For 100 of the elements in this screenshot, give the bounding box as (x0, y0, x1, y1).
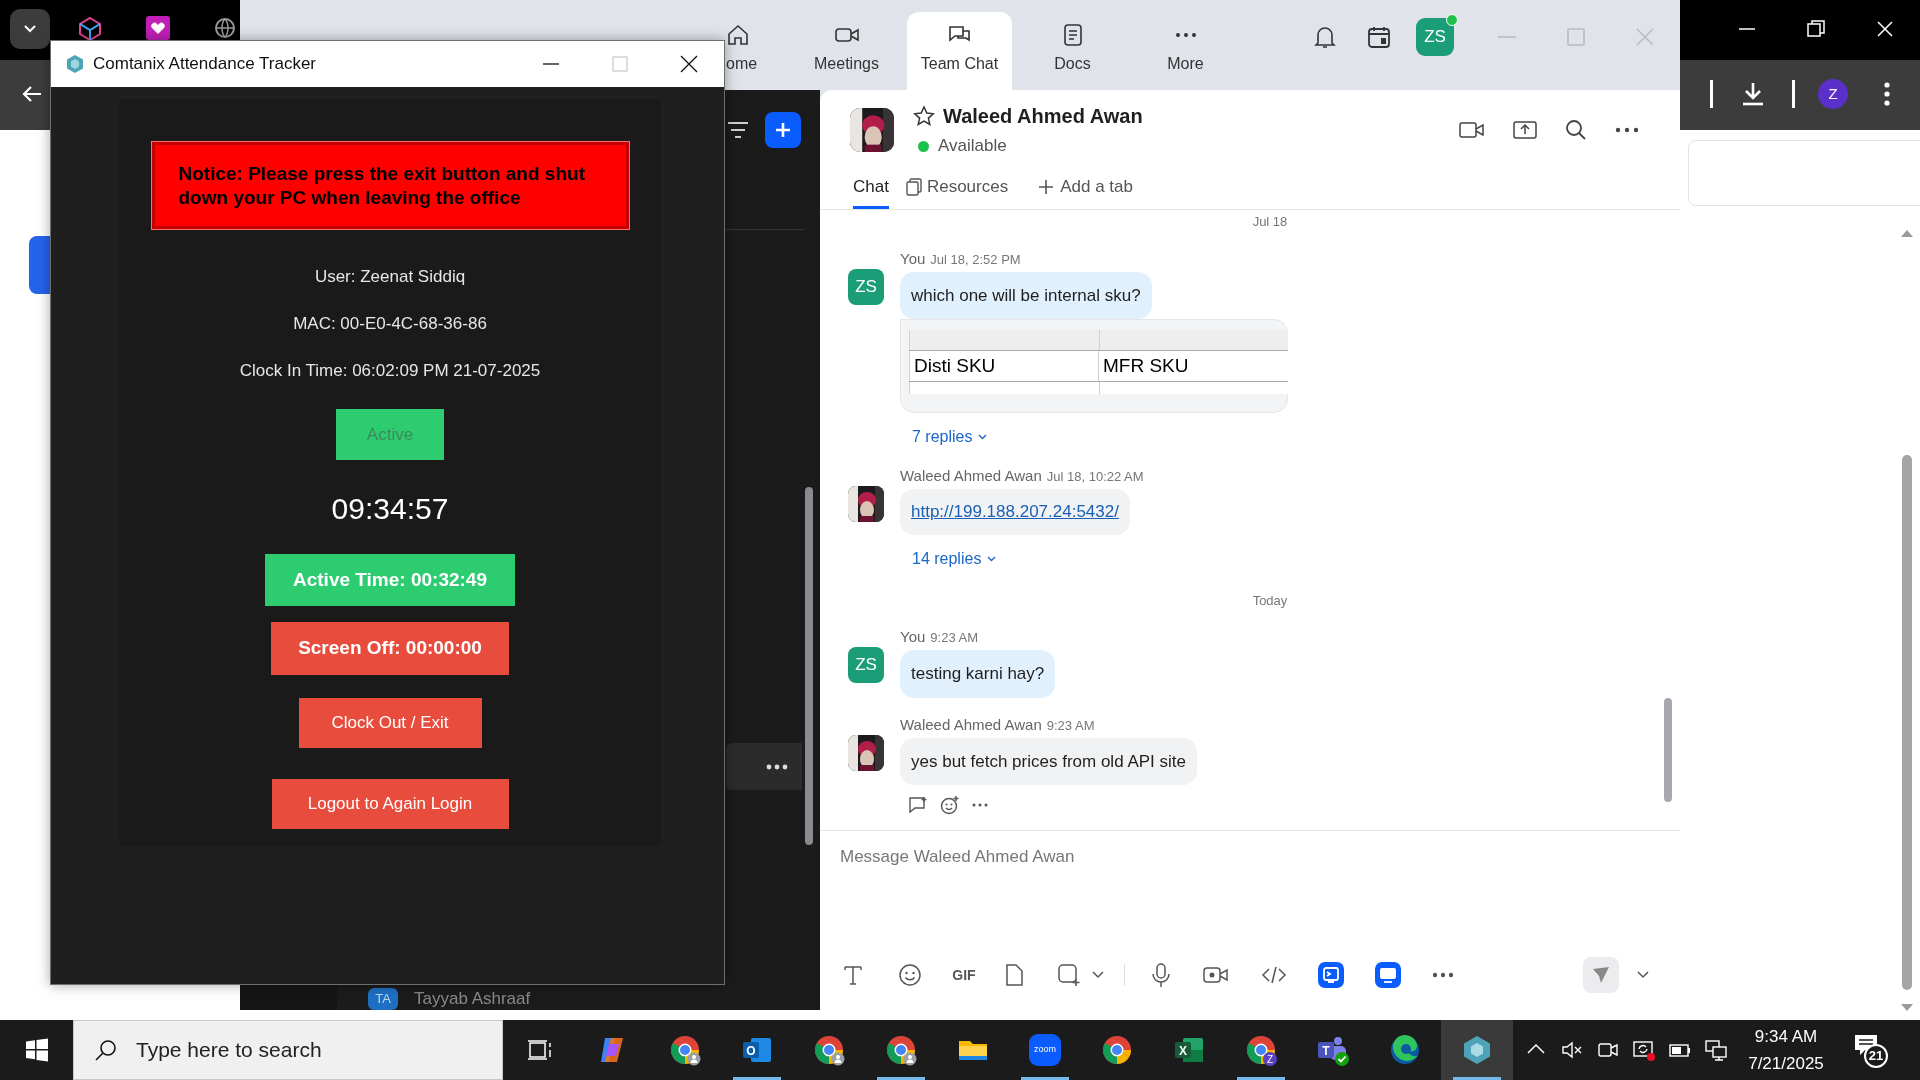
replies-link[interactable]: 14 replies (912, 546, 997, 571)
screenshot-icon[interactable] (1057, 963, 1081, 987)
code-icon[interactable] (1261, 965, 1287, 985)
video-clip-icon[interactable] (1203, 965, 1229, 985)
logout-button[interactable]: Logout to Again Login (271, 779, 509, 829)
message-time: Jul 18, 2:52 PM (930, 250, 1021, 269)
network-icon[interactable] (1704, 1038, 1728, 1062)
chrome-icon[interactable] (1101, 1034, 1133, 1066)
table-cell-text: MFR SKU (1102, 353, 1190, 378)
copy-pages-icon (904, 177, 923, 197)
nav-tab[interactable]: Docs (1020, 12, 1125, 90)
chrome-icon[interactable] (885, 1034, 917, 1066)
active-time-indicator: Active Time: 00:32:49 (265, 554, 515, 606)
chevron-down-icon (987, 555, 997, 562)
user-avatar: ZS (848, 268, 884, 305)
profile-badge: Z (1263, 1052, 1277, 1066)
presence-status: Available (938, 135, 1007, 158)
tab-search-button[interactable] (10, 9, 50, 49)
microphone-icon[interactable] (1151, 962, 1171, 988)
download-icon[interactable] (1740, 80, 1766, 108)
contact-name[interactable]: Tayyab Ashraaf (414, 986, 531, 1012)
date-divider-label: Today (1252, 591, 1288, 610)
gif-button[interactable]: GIF (948, 964, 980, 986)
windows-start-icon[interactable] (24, 1038, 49, 1062)
chevron-down-icon (978, 434, 988, 440)
app-icon[interactable] (1318, 962, 1344, 988)
zoom-app-icon[interactable]: zoom (1029, 1034, 1061, 1066)
video-call-icon[interactable] (1459, 120, 1485, 140)
chrome-icon[interactable] (813, 1034, 845, 1066)
add-tab-button[interactable]: Add a tab (1038, 170, 1133, 209)
more-dots-icon[interactable] (1432, 972, 1454, 978)
plus-icon (774, 121, 792, 139)
taskbar-search-field[interactable]: Type here to search (73, 1020, 503, 1080)
send-button[interactable] (1583, 957, 1619, 993)
plus-icon (1038, 179, 1055, 195)
page-scrollbar-thumb[interactable] (1902, 455, 1912, 990)
message-input[interactable]: Message Waleed Ahmed Awan (840, 843, 1660, 871)
sender-name: Waleed Ahmed Awan (900, 466, 1042, 486)
scroll-down-icon[interactable] (1900, 1003, 1914, 1013)
message-time: Jul 18, 10:22 AM (1046, 468, 1144, 486)
message-link[interactable]: http://199.188.207.24:5432/ (911, 502, 1119, 521)
more-dots-icon[interactable] (1615, 127, 1639, 133)
caret-icon[interactable] (1092, 971, 1104, 979)
clock-display: 09:34:57 (331, 492, 449, 526)
replies-link[interactable]: 7 replies (912, 425, 988, 449)
calendar-icon[interactable] (1367, 25, 1391, 49)
task-view-icon[interactable] (527, 1038, 553, 1062)
restore-icon[interactable] (1805, 18, 1827, 40)
share-screen-icon[interactable] (1513, 119, 1537, 141)
app-logo-icon (65, 54, 85, 74)
sender-name: You (900, 627, 926, 647)
nav-tab[interactable]: Meetings (794, 12, 899, 90)
more-dots-icon[interactable] (766, 763, 788, 770)
chat-list-scrollbar-thumb[interactable] (805, 487, 813, 845)
chat-tab[interactable]: Chat (853, 170, 889, 209)
add-reaction-icon[interactable] (940, 795, 960, 815)
search-icon[interactable] (1565, 119, 1587, 141)
clock-time[interactable]: 9:34 AM (1754, 1023, 1818, 1049)
house-icon (726, 23, 750, 47)
notification-count-badge: 21 (1864, 1044, 1888, 1068)
message-time: 9:23 AM (1046, 716, 1095, 735)
chat-tab[interactable]: Resources (904, 170, 1009, 209)
search-icon (94, 1038, 118, 1062)
globe-icon[interactable] (214, 17, 236, 39)
sender-name: You (900, 248, 926, 269)
document-icon (1061, 23, 1084, 47)
notice-banner: Notice: Please press the exit button and shut down your PC when leaving the office (151, 142, 629, 229)
contact-avatar: TA (368, 987, 398, 1010)
clock-out-button[interactable]: Clock Out / Exit (298, 698, 482, 748)
sender-name: Waleed Ahmed Awan (900, 714, 1042, 735)
caret-icon[interactable] (1637, 971, 1649, 979)
chrome-icon[interactable]: Z (1245, 1034, 1277, 1066)
nav-tab[interactable]: Team Chat (907, 12, 1012, 90)
emoji-icon[interactable] (898, 963, 922, 987)
app-icon[interactable] (1375, 962, 1401, 988)
text-format-icon[interactable] (841, 964, 865, 986)
message-bubble: testing karni hay? (900, 650, 1056, 698)
chrome-icon[interactable] (669, 1034, 701, 1066)
side-panel-button[interactable] (29, 236, 50, 294)
bell-icon[interactable] (1313, 24, 1337, 50)
file-icon[interactable] (1003, 963, 1025, 987)
more-dots-icon (1174, 32, 1197, 38)
reply-thread-icon[interactable] (908, 796, 928, 814)
cube-icon[interactable] (78, 16, 102, 42)
scroll-up-icon[interactable] (1900, 228, 1914, 238)
edge-icon[interactable] (1389, 1034, 1421, 1066)
screen-sync-icon[interactable] (1632, 1038, 1656, 1062)
star-icon[interactable] (913, 105, 935, 128)
new-chat-button[interactable] (765, 112, 801, 148)
heart-tile-icon[interactable] (146, 16, 170, 40)
clock-date[interactable]: 7/21/2025 (1748, 1051, 1824, 1077)
nav-tab[interactable]: ome (726, 12, 760, 90)
messages-scrollbar-thumb[interactable] (1664, 698, 1672, 802)
close-icon[interactable] (679, 54, 699, 74)
nav-tab[interactable]: More (1133, 12, 1238, 90)
info-text: User: Zeenat Siddiq (314, 267, 466, 287)
send-icon (1591, 965, 1611, 985)
app-logo-icon[interactable] (1461, 1034, 1493, 1066)
more-dots-icon[interactable] (972, 803, 988, 807)
filter-icon[interactable] (726, 120, 750, 140)
